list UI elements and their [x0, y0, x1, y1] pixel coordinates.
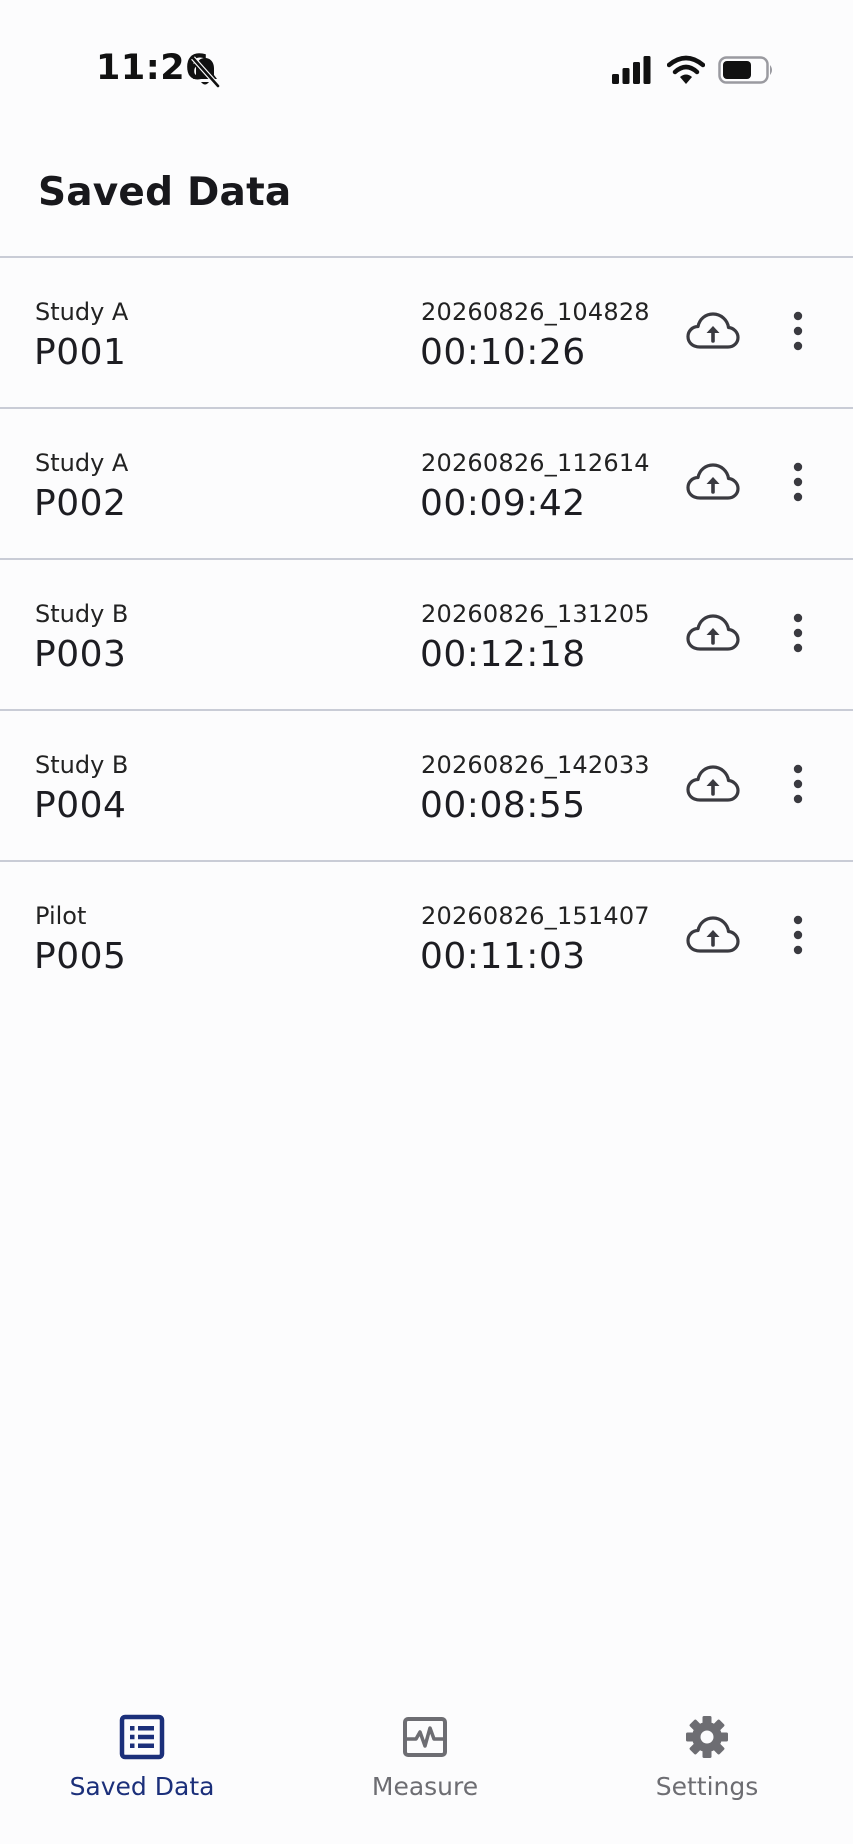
- status-bar: 11:26: [0, 0, 853, 120]
- file-name: 20260826_112614: [421, 449, 650, 477]
- more-vertical-icon: [793, 915, 803, 955]
- nav-label: Saved Data: [69, 1772, 215, 1801]
- nav-label: Settings: [655, 1772, 759, 1801]
- file-name: 20260826_151407: [421, 902, 650, 930]
- signal-icon: [612, 56, 651, 84]
- study-label: Pilot: [35, 902, 87, 930]
- study-label: Study A: [35, 449, 129, 477]
- record-row[interactable]: Study A P002 20260826_112614 00:09:42: [0, 409, 853, 560]
- file-name: 20260826_104828: [421, 298, 650, 326]
- duration: 00:09:42: [420, 483, 586, 524]
- record-row[interactable]: Study B P004 20260826_142033 00:08:55: [0, 711, 853, 862]
- participant-id: P001: [34, 332, 127, 373]
- duration: 00:08:55: [420, 785, 586, 826]
- file-name: 20260826_142033: [421, 751, 650, 779]
- upload-button[interactable]: [682, 304, 744, 358]
- nav-tab-saved-data[interactable]: Saved Data: [32, 1690, 252, 1820]
- participant-id: P003: [34, 634, 127, 675]
- participant-id: P005: [34, 936, 127, 977]
- more-options-button[interactable]: [776, 902, 820, 968]
- duration: 00:12:18: [420, 634, 586, 675]
- more-options-button[interactable]: [776, 298, 820, 364]
- cloud-upload-icon: [686, 916, 740, 953]
- study-label: Study A: [35, 298, 129, 326]
- upload-button[interactable]: [682, 757, 744, 811]
- battery-icon: [718, 56, 772, 84]
- study-label: Study B: [35, 751, 129, 779]
- wifi-icon: [667, 55, 705, 84]
- record-row[interactable]: Pilot P005 20260826_151407 00:11:03: [0, 862, 853, 1013]
- cloud-upload-icon: [686, 614, 740, 651]
- duration: 00:11:03: [420, 936, 586, 977]
- upload-button[interactable]: [682, 908, 744, 962]
- more-options-button[interactable]: [776, 449, 820, 515]
- participant-id: P002: [34, 483, 127, 524]
- upload-button[interactable]: [682, 606, 744, 660]
- cloud-upload-icon: [686, 312, 740, 349]
- more-vertical-icon: [793, 764, 803, 804]
- screen: 11:26 Saved Data Study A P001 20260826_1…: [0, 0, 853, 1844]
- more-vertical-icon: [793, 311, 803, 351]
- record-row[interactable]: Study B P003 20260826_131205 00:12:18: [0, 560, 853, 711]
- file-name: 20260826_131205: [421, 600, 650, 628]
- participant-id: P004: [34, 785, 127, 826]
- nav-tab-measure[interactable]: Measure: [315, 1690, 535, 1820]
- duration: 00:10:26: [420, 332, 586, 373]
- study-label: Study B: [35, 600, 129, 628]
- gear-icon: [686, 1716, 728, 1758]
- record-row[interactable]: Study A P001 20260826_104828 00:10:26: [0, 258, 853, 409]
- bell-off-icon: [191, 56, 220, 88]
- list-icon: [119, 1714, 165, 1760]
- nav-tab-settings[interactable]: Settings: [597, 1690, 817, 1820]
- more-options-button[interactable]: [776, 600, 820, 666]
- cloud-upload-icon: [686, 765, 740, 802]
- bottom-nav: Saved Data Measure Settings: [0, 1690, 853, 1844]
- page-title: Saved Data: [38, 170, 292, 215]
- record-list: Study A P001 20260826_104828 00:10:26 St…: [0, 258, 853, 1013]
- cloud-upload-icon: [686, 463, 740, 500]
- more-vertical-icon: [793, 462, 803, 502]
- more-vertical-icon: [793, 613, 803, 653]
- waveform-icon: [403, 1717, 447, 1757]
- upload-button[interactable]: [682, 455, 744, 509]
- more-options-button[interactable]: [776, 751, 820, 817]
- nav-label: Measure: [371, 1772, 479, 1801]
